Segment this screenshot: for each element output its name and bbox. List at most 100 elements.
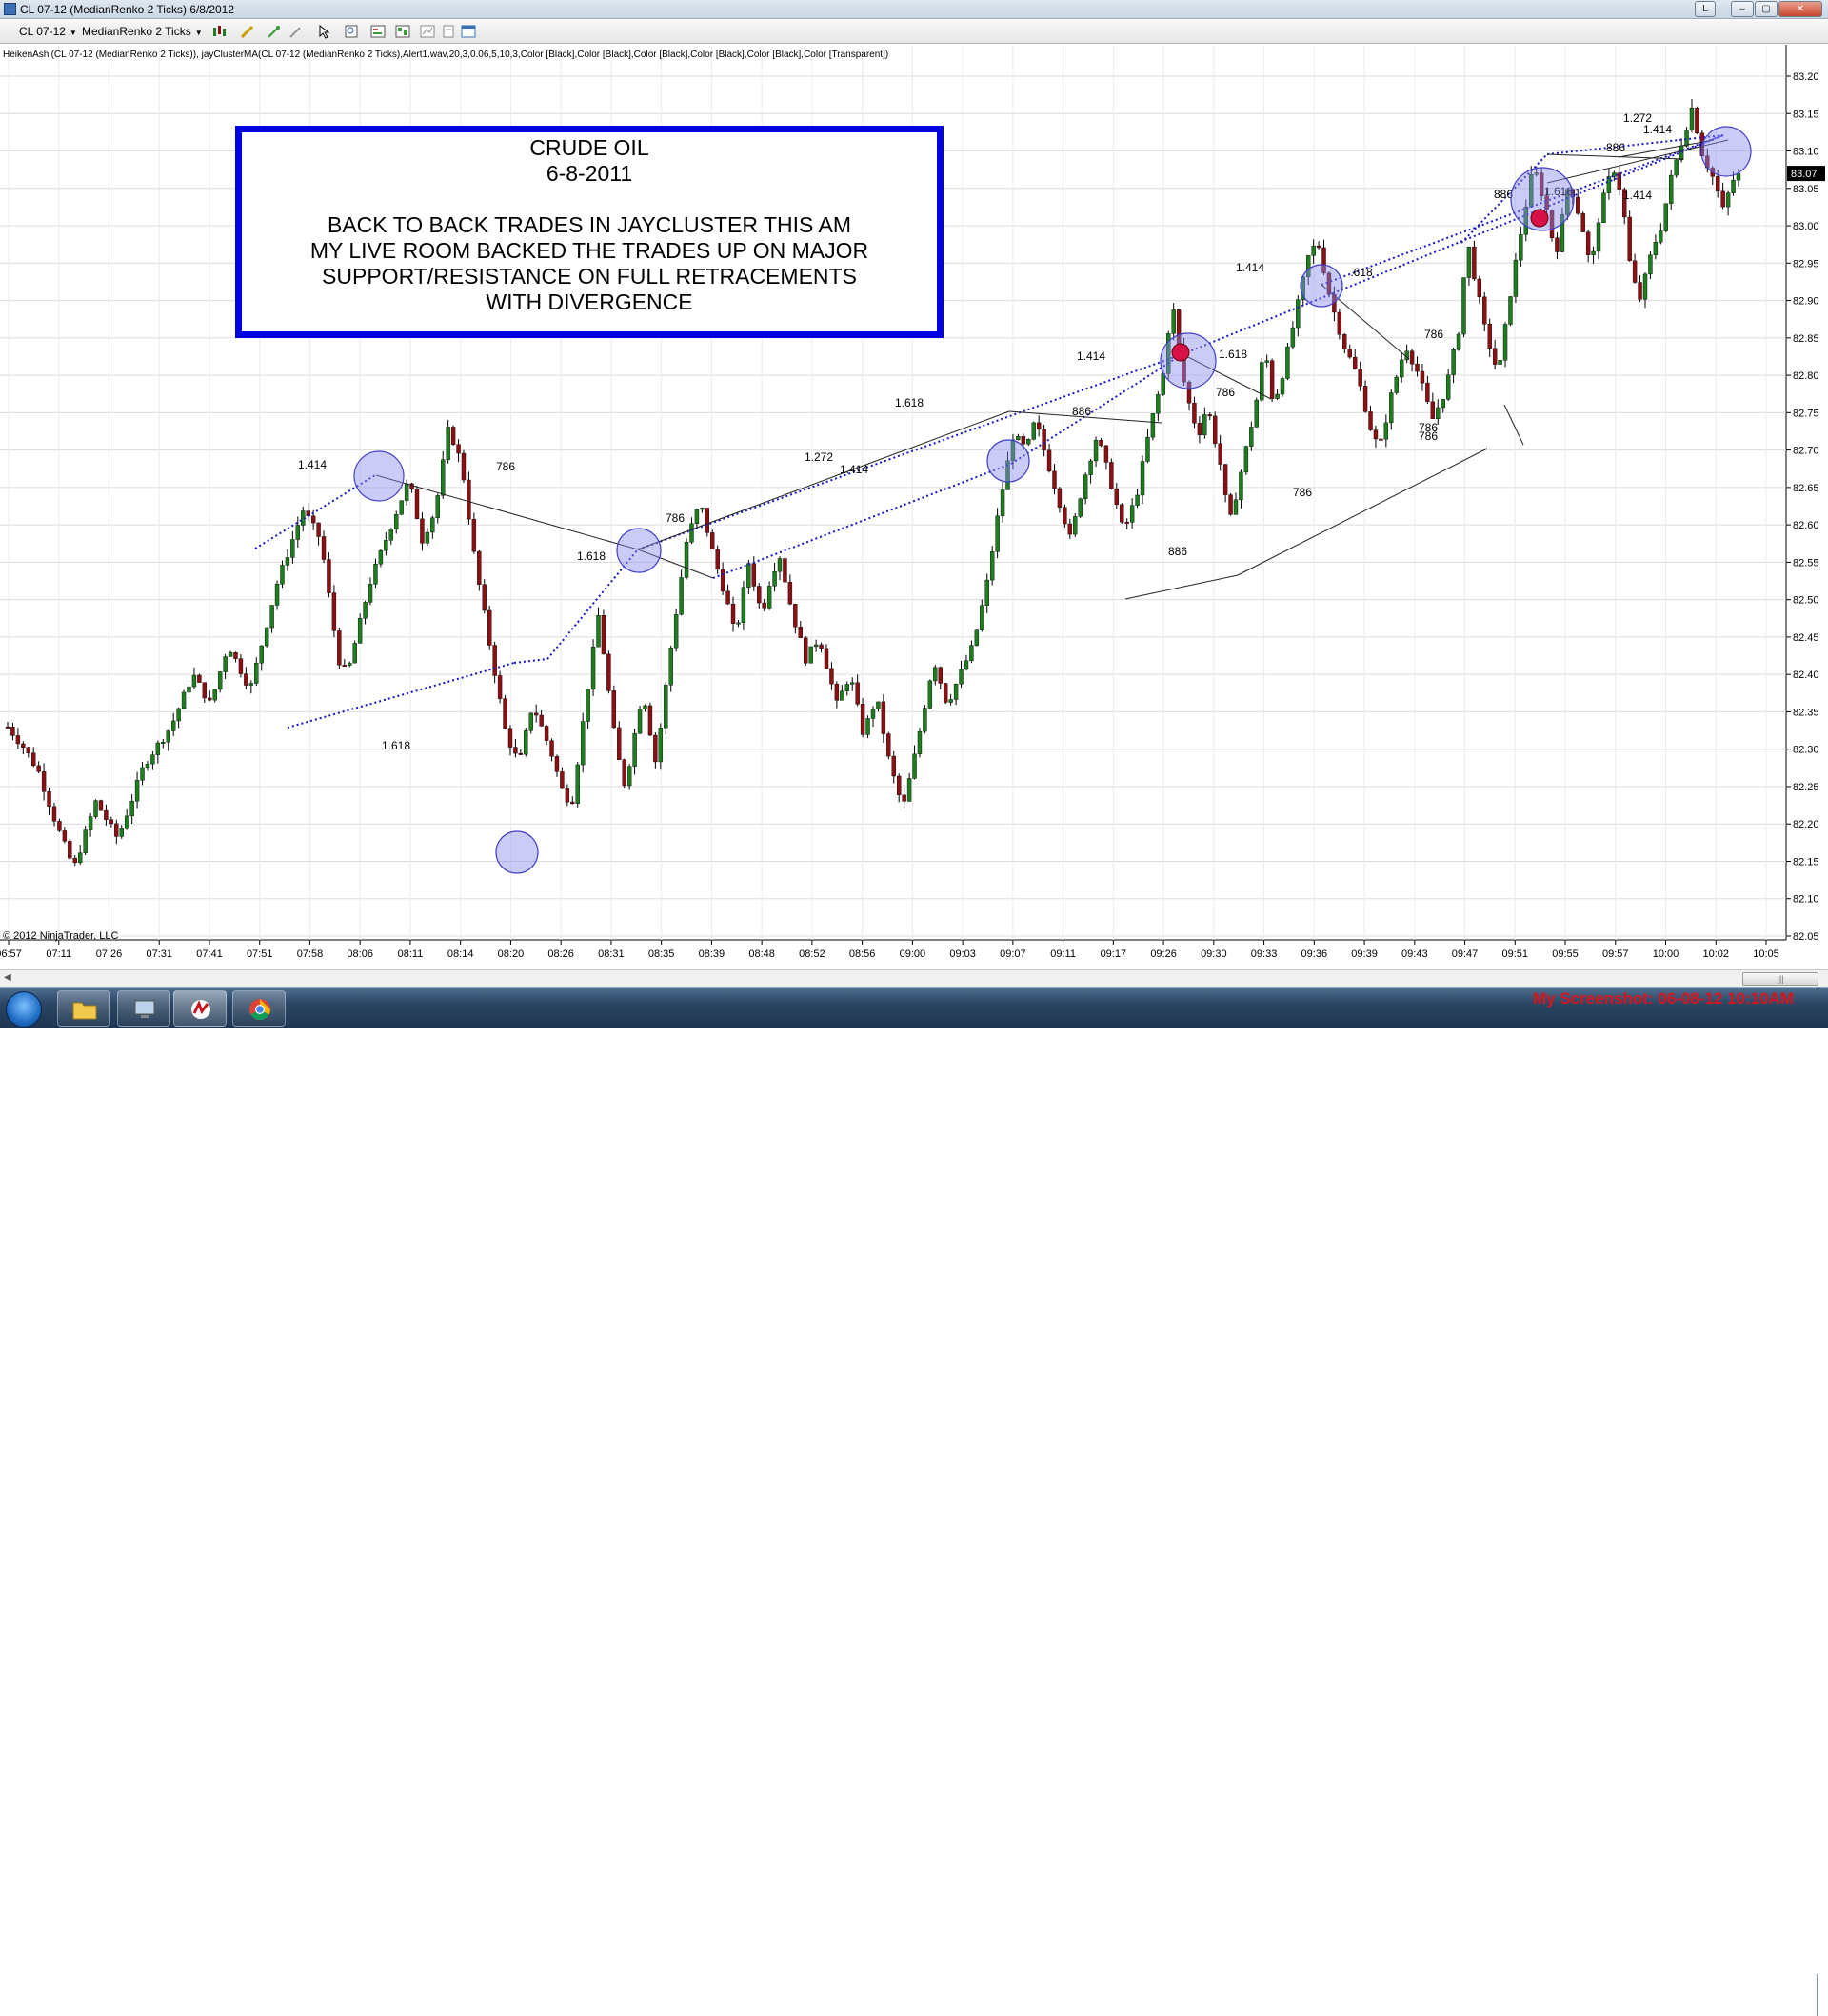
price-tick-label: 82.55: [1793, 557, 1819, 569]
candle-body: [923, 708, 927, 732]
bar-type-selector[interactable]: MedianRenko 2 Ticks ▼: [82, 25, 203, 38]
close-button[interactable]: ✕: [1778, 1, 1822, 17]
add-drawing-icon[interactable]: [267, 24, 282, 39]
candle-body: [1642, 273, 1648, 300]
data-box-icon[interactable]: [441, 24, 456, 39]
clock-time[interactable]: 10:10 AM: [1739, 1983, 1815, 1994]
candle-body: [1576, 196, 1580, 214]
candle-body: [834, 684, 840, 701]
candle-body: [1150, 413, 1156, 438]
swing-point-circle[interactable]: [495, 830, 539, 874]
price-tick-label: 83.00: [1793, 221, 1819, 232]
candle-body: [1222, 464, 1228, 495]
candle-body: [560, 771, 565, 789]
candle-body: [109, 819, 114, 825]
show-desktop-button[interactable]: [1817, 1974, 1828, 2016]
help-button[interactable]: L: [1695, 1, 1716, 17]
candle-body: [1197, 423, 1202, 435]
candle-body: [217, 671, 223, 690]
swing-point-circle[interactable]: [353, 450, 405, 502]
candle-body: [1296, 299, 1301, 329]
zoom-icon[interactable]: [344, 24, 359, 39]
candle-body: [21, 743, 26, 748]
fib-ratio-label: 786: [666, 511, 685, 525]
cursor-icon[interactable]: [317, 24, 332, 39]
candle-body: [757, 586, 762, 604]
candle-body: [586, 689, 590, 722]
candle-body: [1202, 414, 1207, 435]
candle-body: [1042, 429, 1046, 451]
candle-body: [1689, 107, 1695, 130]
chart-style-icon[interactable]: [211, 24, 227, 39]
swing-point-circle[interactable]: [616, 528, 662, 573]
candle-body: [617, 727, 622, 760]
chrome-task-button[interactable]: [232, 990, 286, 1027]
candle-body: [1093, 439, 1099, 462]
swing-point-circle[interactable]: [1160, 332, 1217, 389]
candle-body: [1114, 488, 1120, 506]
candle-body: [197, 674, 202, 683]
candle-body: [404, 483, 409, 501]
fib-ratio-label: 886: [1168, 545, 1187, 558]
properties-icon[interactable]: [370, 24, 386, 39]
candle-body: [161, 742, 166, 744]
clock-date[interactable]: 6/8/2012: [1739, 2000, 1815, 2011]
candle-body: [1046, 449, 1052, 472]
action-center-icon[interactable]: ⚑: [1721, 1991, 1731, 2004]
candle-body: [1000, 489, 1005, 516]
candle-body: [228, 651, 233, 657]
ninjatrader-task-button[interactable]: [173, 990, 227, 1027]
candle-body: [570, 801, 575, 804]
scrollbar-thumb[interactable]: |||: [1742, 972, 1818, 986]
candle-body: [1425, 382, 1430, 403]
candle-body: [840, 690, 844, 701]
swing-point-circle[interactable]: [1700, 126, 1752, 177]
horizontal-scrollbar[interactable]: ◀ |||: [0, 969, 1828, 987]
fib-ratio-label: 886: [1494, 188, 1513, 201]
candle-body: [590, 646, 596, 690]
candle-body: [1254, 399, 1259, 428]
candle-body: [331, 592, 337, 631]
candle-body: [1477, 278, 1482, 298]
start-button[interactable]: [6, 991, 42, 1028]
candle-body: [1451, 349, 1456, 375]
minimize-button[interactable]: –: [1731, 1, 1754, 17]
candle-body: [482, 584, 487, 611]
indicators-icon[interactable]: [395, 24, 410, 39]
explorer-task-button[interactable]: [57, 990, 110, 1027]
time-tick-label: 08:06: [347, 948, 373, 960]
maximize-button[interactable]: ▢: [1755, 1, 1778, 17]
candle-body: [917, 730, 923, 755]
drawing-tool-icon[interactable]: [240, 24, 255, 39]
swing-point-circle[interactable]: [1300, 264, 1343, 308]
strategies-icon[interactable]: [420, 24, 435, 39]
candle-body: [88, 816, 93, 830]
candle-body: [804, 637, 808, 664]
annotation-text-box[interactable]: CRUDE OIL 6-8-2011 BACK TO BACK TRADES I…: [235, 126, 944, 338]
candle-body: [710, 532, 715, 549]
candle-body: [62, 830, 68, 842]
price-tick-label: 82.45: [1793, 632, 1819, 644]
candle-body: [1192, 403, 1197, 424]
candle-body: [1715, 176, 1720, 192]
candle-body: [870, 709, 876, 719]
candle-body: [420, 518, 425, 544]
volume-icon[interactable]: ◖: [1700, 1991, 1707, 2003]
remove-drawing-icon[interactable]: [288, 24, 304, 39]
library-task-button[interactable]: [117, 990, 170, 1027]
window-layout-icon[interactable]: [461, 24, 476, 39]
candle-body: [1445, 374, 1451, 400]
chart-panel[interactable]: 83.20 83.15 83.10 83.05 83.00 82.95 82.90 82.85…: [0, 45, 1828, 978]
candle-body: [1383, 422, 1389, 440]
annotation-line-2: MY LIVE ROOM BACKED THE TRADES UP ON MAJ…: [309, 238, 869, 263]
tray-expand-icon[interactable]: ▲: [1657, 1991, 1667, 2003]
candle-body: [104, 809, 109, 820]
swing-point-circle[interactable]: [986, 439, 1030, 483]
candle-body: [1720, 190, 1725, 208]
candle-body: [425, 531, 430, 544]
network-icon[interactable]: ▣: [1678, 1991, 1687, 2004]
candle-body: [233, 651, 238, 659]
candle-body: [477, 550, 482, 585]
instrument-selector[interactable]: CL 07-12 ▼: [19, 25, 77, 38]
scroll-left-icon[interactable]: ◀: [4, 972, 11, 983]
